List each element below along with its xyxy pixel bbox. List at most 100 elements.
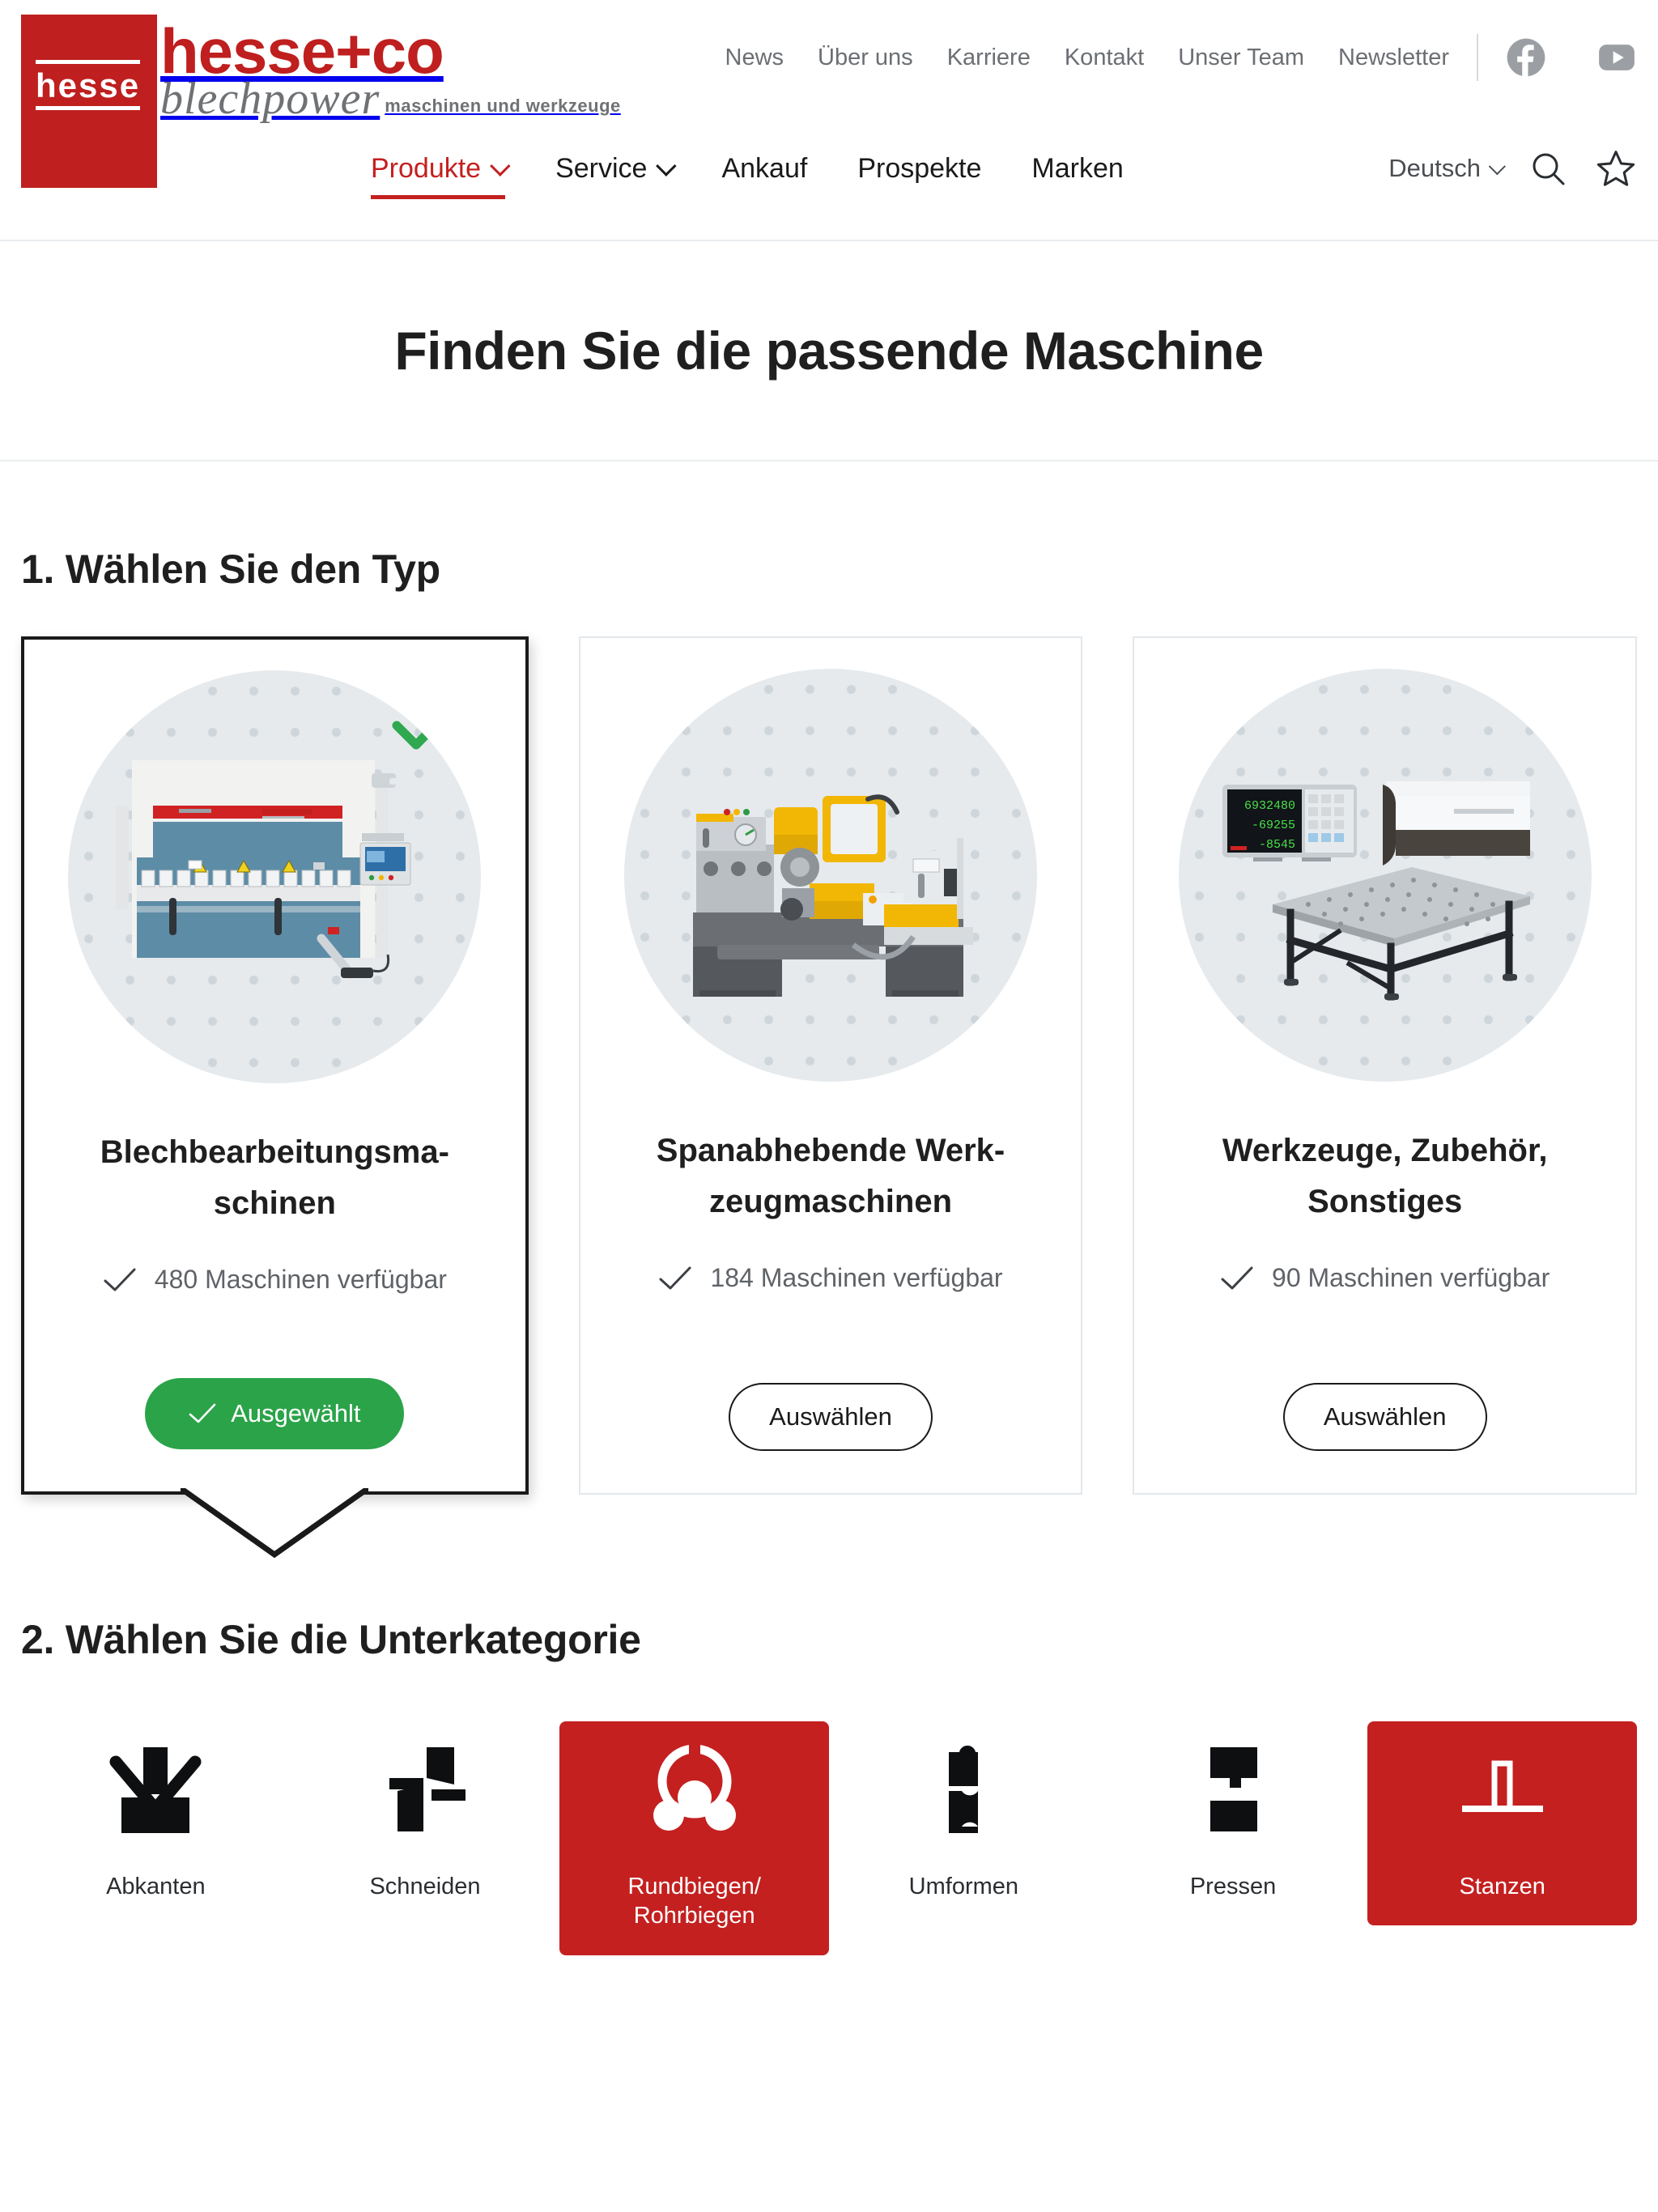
- top-nav-karriere[interactable]: Karriere: [947, 45, 1031, 71]
- star-icon[interactable]: [1595, 147, 1637, 189]
- card-title-line1: Blechbearbeitungsma-: [100, 1134, 449, 1170]
- selected-check-icon: [392, 698, 461, 755]
- nav-ankauf-label: Ankauf: [721, 152, 808, 184]
- chevron-down-icon: [1488, 157, 1506, 175]
- nav-marken[interactable]: Marken: [1031, 153, 1123, 199]
- language-selector[interactable]: Deutsch: [1388, 154, 1506, 183]
- top-nav-ueber-uns[interactable]: Über uns: [818, 45, 913, 71]
- nav-prospekte-label: Prospekte: [857, 152, 982, 184]
- logo-tagline: maschinen und werkzeuge: [385, 96, 621, 117]
- top-nav-newsletter[interactable]: Newsletter: [1338, 45, 1449, 71]
- select-button-label: Auswählen: [1323, 1402, 1447, 1431]
- card-title-line2: zeugmaschinen: [708, 1184, 953, 1220]
- card-thumbnail: [68, 670, 482, 1083]
- tools-accessories-photo: 6932480 -69255 -8545: [1222, 781, 1530, 1001]
- card-thumbnail: 6932480 -69255 -8545: [1178, 669, 1592, 1082]
- card-availability: 480 Maschinen verfügbar: [103, 1265, 447, 1295]
- dro-line-2: -69255: [1252, 819, 1295, 832]
- subcategory-schneiden[interactable]: Schneiden: [291, 1721, 560, 1925]
- forming-icon: [913, 1739, 1014, 1843]
- primary-nav-tools: Deutsch: [1388, 147, 1637, 204]
- primary-nav: Produkte Service Ankauf Prospekte Marken…: [0, 147, 1658, 204]
- subcategory-label: Pressen: [1189, 1874, 1277, 1899]
- page-title-band: Finden Sie die passende Maschine: [0, 241, 1658, 462]
- main-content: 1. Wählen Sie den Typ Blechbearbeitungsm…: [0, 546, 1658, 1955]
- card-title: Werkzeuge, Zubehör, Sonstiges: [1222, 1125, 1548, 1227]
- lathe-machine-photo: [693, 794, 973, 997]
- nav-produkte[interactable]: Produkte: [371, 152, 511, 199]
- card-button-wrap: Ausgewählt: [145, 1334, 405, 1449]
- subcategory-umformen[interactable]: Umformen: [829, 1721, 1099, 1925]
- card-button-wrap: Auswählen: [1282, 1339, 1487, 1451]
- type-card-werkzeuge-zubehoer-sonstiges[interactable]: 6932480 -69255 -8545 Werkzeuge, Zubehör,…: [1133, 636, 1638, 1495]
- subcategory-abkanten[interactable]: Abkanten: [21, 1721, 291, 1925]
- nav-ankauf[interactable]: Ankauf: [721, 153, 807, 199]
- subcategory-label: Rundbiegen/ Rohrbiegen: [627, 1872, 760, 1931]
- nav-service[interactable]: Service: [555, 152, 678, 199]
- page-title: Finden Sie die passende Maschine: [394, 321, 1264, 381]
- subcategory-row: Abkanten Schneiden Rundbiegen/ Rohrbiege…: [21, 1721, 1638, 1955]
- primary-nav-items: Produkte Service Ankauf Prospekte Marken: [371, 153, 1174, 199]
- top-nav-news[interactable]: News: [725, 45, 784, 71]
- press-brake-machine-photo: [116, 760, 411, 979]
- nav-divider: [1477, 34, 1478, 81]
- subcategory-label: Umformen: [908, 1874, 1019, 1899]
- card-thumbnail: [624, 669, 1037, 1082]
- logo-badge-text: hesse: [36, 60, 141, 110]
- card-title: Spanabhebende Werk- zeugmaschinen: [657, 1125, 1005, 1227]
- card-title-line1: Spanabhebende Werk-: [656, 1133, 1005, 1168]
- language-label: Deutsch: [1388, 154, 1481, 182]
- logo-wordmark-group: hesse+co blechpower maschinen und werkze…: [160, 15, 621, 121]
- subcategory-stanzen[interactable]: Stanzen: [1367, 1721, 1638, 1926]
- card-availability: 90 Maschinen verfügbar: [1220, 1263, 1550, 1293]
- card-title-line2: Sonstiges: [1307, 1184, 1463, 1220]
- roll-bending-icon: [644, 1739, 745, 1843]
- subcategory-pressen[interactable]: Pressen: [1099, 1721, 1368, 1925]
- nav-service-label: Service: [555, 152, 648, 184]
- subcategory-label: Abkanten: [106, 1874, 206, 1899]
- card-availability: 184 Maschinen verfügbar: [658, 1263, 1003, 1293]
- select-button-selected[interactable]: Ausgewählt: [145, 1378, 405, 1449]
- select-button[interactable]: Auswählen: [1282, 1383, 1487, 1451]
- utility-nav: News Über uns Karriere Kontakt Unser Tea…: [725, 34, 1638, 81]
- card-availability-label: 480 Maschinen verfügbar: [154, 1265, 447, 1295]
- check-icon: [659, 1266, 691, 1290]
- logo-wordmark: hesse+co: [160, 15, 444, 87]
- chevron-down-icon: [490, 155, 511, 177]
- subcategory-label-line1: Rundbiegen/: [627, 1874, 761, 1899]
- dro-line-1: 6932480: [1244, 799, 1295, 813]
- top-nav-unser-team[interactable]: Unser Team: [1178, 45, 1304, 71]
- search-icon[interactable]: [1528, 149, 1567, 188]
- nav-marken-label: Marken: [1031, 152, 1124, 184]
- chevron-down-icon: [656, 155, 678, 177]
- card-title-line1: Werkzeuge, Zubehör,: [1222, 1133, 1548, 1168]
- facebook-icon[interactable]: [1506, 37, 1546, 78]
- social-links: [1506, 37, 1637, 78]
- pressing-icon: [1183, 1739, 1283, 1843]
- check-icon: [1221, 1266, 1253, 1290]
- step1-heading: 1. Wählen Sie den Typ: [21, 547, 440, 592]
- card-button-wrap: Auswählen: [729, 1339, 933, 1451]
- site-header: hesse hesse+co blechpower maschinen und …: [0, 0, 1658, 241]
- subcategory-label: Stanzen: [1459, 1874, 1545, 1899]
- youtube-icon[interactable]: [1596, 37, 1637, 78]
- subcategory-rundbiegen-rohrbiegen[interactable]: Rundbiegen/ Rohrbiegen: [559, 1721, 830, 1955]
- subcategory-label-line2: Rohrbiegen: [633, 1903, 755, 1929]
- bending-icon: [105, 1739, 206, 1843]
- card-availability-label: 184 Maschinen verfügbar: [710, 1263, 1003, 1293]
- type-card-spanabhebende-werkzeugmaschinen[interactable]: Spanabhebende Werk- zeugmaschinen 184 Ma…: [578, 636, 1083, 1495]
- nav-prospekte[interactable]: Prospekte: [857, 153, 981, 199]
- type-card-blechbearbeitungsmaschinen[interactable]: Blechbearbeitungsma- schinen 480 Maschin…: [21, 636, 529, 1558]
- shearing-icon: [375, 1739, 475, 1843]
- card-title-line2: schinen: [213, 1185, 336, 1222]
- nav-produkte-label: Produkte: [371, 152, 482, 184]
- select-button-label: Ausgewählt: [231, 1399, 361, 1427]
- dro-line-3: -8545: [1259, 838, 1295, 852]
- top-nav-kontakt[interactable]: Kontakt: [1065, 45, 1144, 71]
- step2-section: 2. Wählen Sie die Unterkategorie Abkante…: [21, 1616, 1638, 1955]
- check-icon: [104, 1268, 136, 1291]
- selected-card-pointer: [181, 1488, 369, 1558]
- check-icon: [189, 1403, 216, 1423]
- step2-heading: 2. Wählen Sie die Unterkategorie: [21, 1617, 641, 1662]
- select-button[interactable]: Auswählen: [729, 1383, 933, 1451]
